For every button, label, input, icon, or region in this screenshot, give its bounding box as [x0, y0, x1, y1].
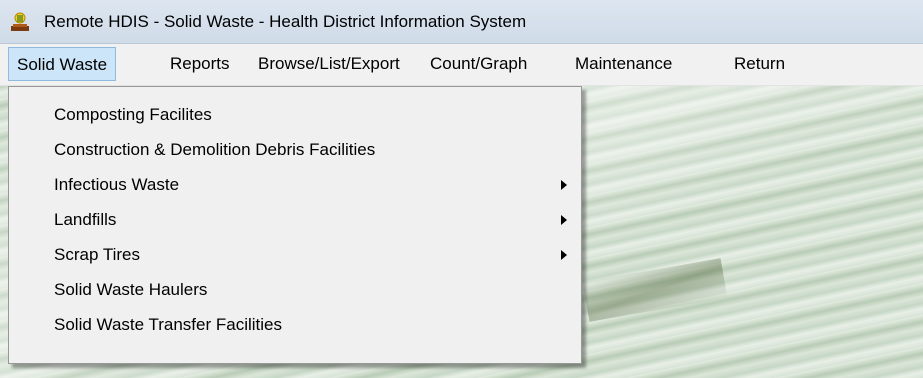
solid-waste-dropdown: Composting Facilites Construction & Demo… [8, 86, 582, 364]
menu-maintenance[interactable]: Maintenance [567, 47, 680, 81]
menu-item-label: Solid Waste Transfer Facilities [54, 315, 282, 334]
menu-solid-waste[interactable]: Solid Waste [8, 47, 117, 81]
title-bar: Remote HDIS - Solid Waste - Health Distr… [0, 0, 923, 44]
menu-return[interactable]: Return [726, 47, 793, 81]
menu-item-label: Construction & Demolition Debris Facilit… [54, 140, 376, 159]
menu-reports[interactable]: Reports [162, 47, 238, 81]
menu-item-landfills[interactable]: Landfills [9, 202, 581, 237]
menu-item-solid-waste-transfer-facilities[interactable]: Solid Waste Transfer Facilities [9, 307, 581, 342]
submenu-arrow-icon [561, 215, 567, 225]
menu-count-graph[interactable]: Count/Graph [422, 47, 535, 81]
menu-item-infectious-waste[interactable]: Infectious Waste [9, 167, 581, 202]
menu-bar: Solid Waste Reports Browse/List/Export C… [0, 44, 923, 86]
menu-item-label: Solid Waste Haulers [54, 280, 208, 299]
submenu-arrow-icon [561, 250, 567, 260]
menu-item-solid-waste-haulers[interactable]: Solid Waste Haulers [9, 272, 581, 307]
menu-browse-list-export[interactable]: Browse/List/Export [250, 47, 408, 81]
menu-item-label: Scrap Tires [54, 245, 140, 264]
menu-item-label: Landfills [54, 210, 117, 229]
menu-item-scrap-tires[interactable]: Scrap Tires [9, 237, 581, 272]
menu-item-construction-demolition-debris[interactable]: Construction & Demolition Debris Facilit… [9, 132, 581, 167]
menu-item-label: Infectious Waste [54, 175, 180, 194]
hdis-app-icon[interactable] [9, 12, 31, 32]
menu-item-composting-facilities[interactable]: Composting Facilites [9, 97, 581, 132]
window-title: Remote HDIS - Solid Waste - Health Distr… [44, 12, 527, 31]
submenu-arrow-icon [561, 180, 567, 190]
menu-item-label: Composting Facilites [54, 105, 212, 124]
